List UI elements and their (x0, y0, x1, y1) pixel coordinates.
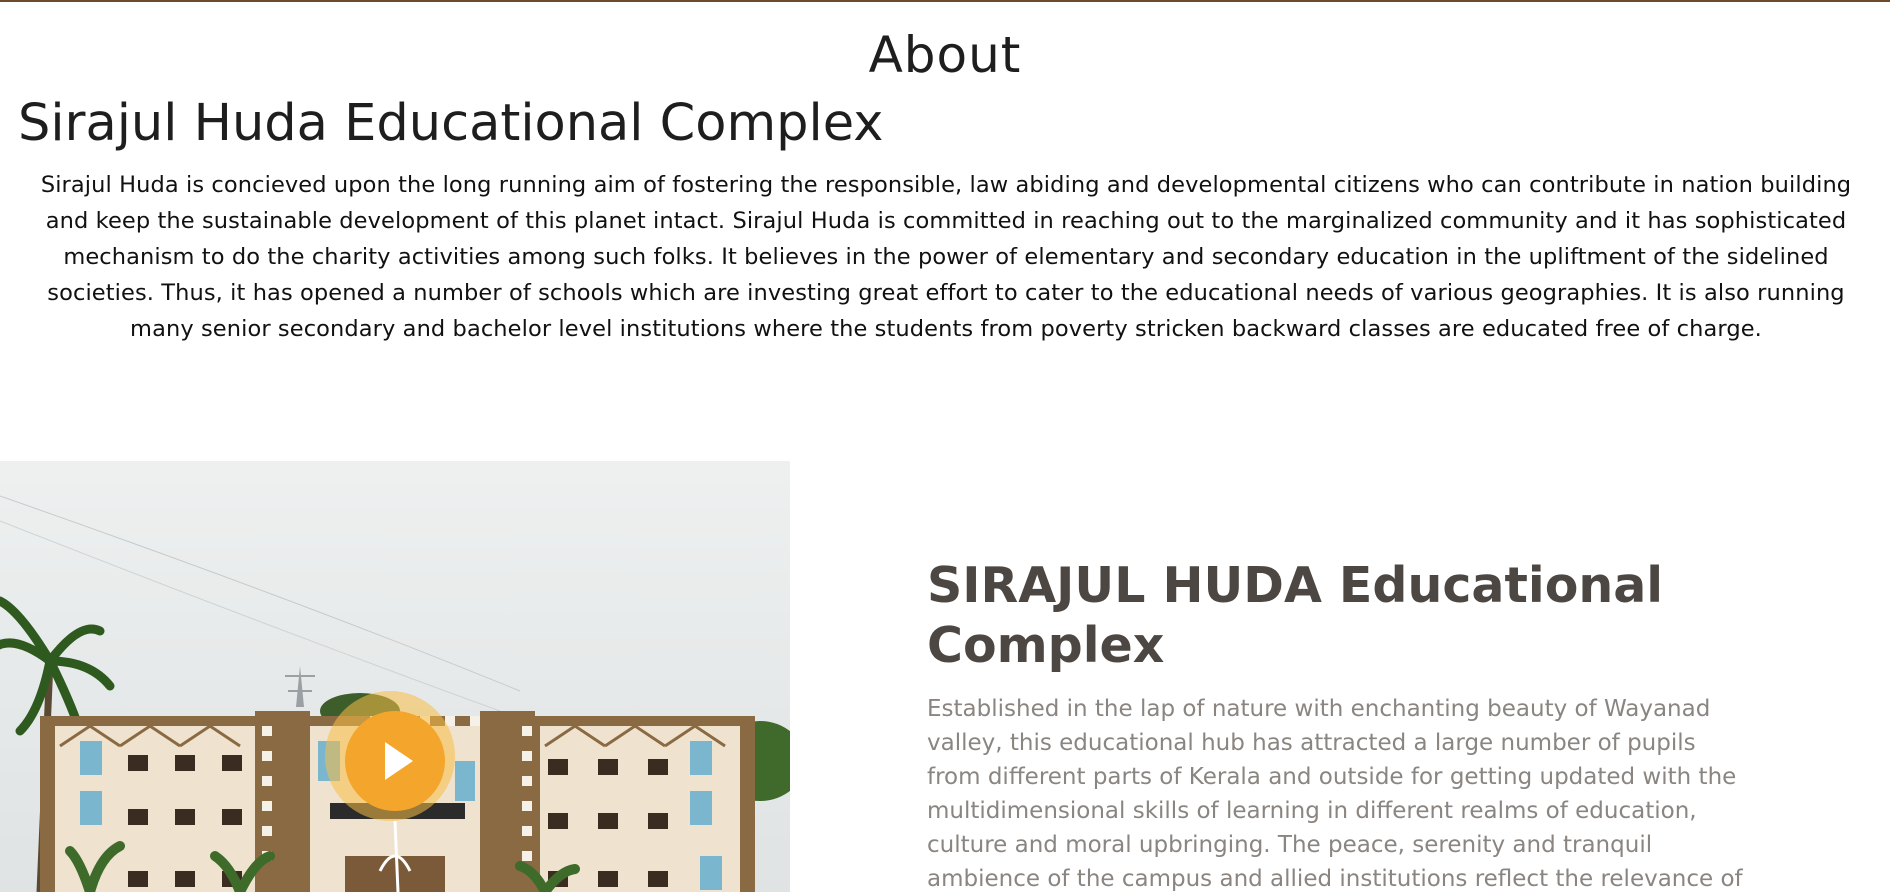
campus-building-image (0, 461, 790, 892)
play-icon (385, 742, 413, 780)
feature-description: Established in the lap of nature with en… (927, 696, 1743, 892)
about-paragraph: Sirajul Huda is concieved upon the long … (40, 172, 1852, 342)
top-divider (0, 0, 1890, 2)
play-video-button[interactable] (345, 711, 445, 811)
feature-title: SIRAJUL HUDA Educational Complex (927, 557, 1664, 674)
campus-video-thumbnail[interactable] (0, 461, 790, 892)
organization-heading: Sirajul Huda Educational Complex (18, 94, 884, 153)
section-title: About (868, 26, 1022, 84)
